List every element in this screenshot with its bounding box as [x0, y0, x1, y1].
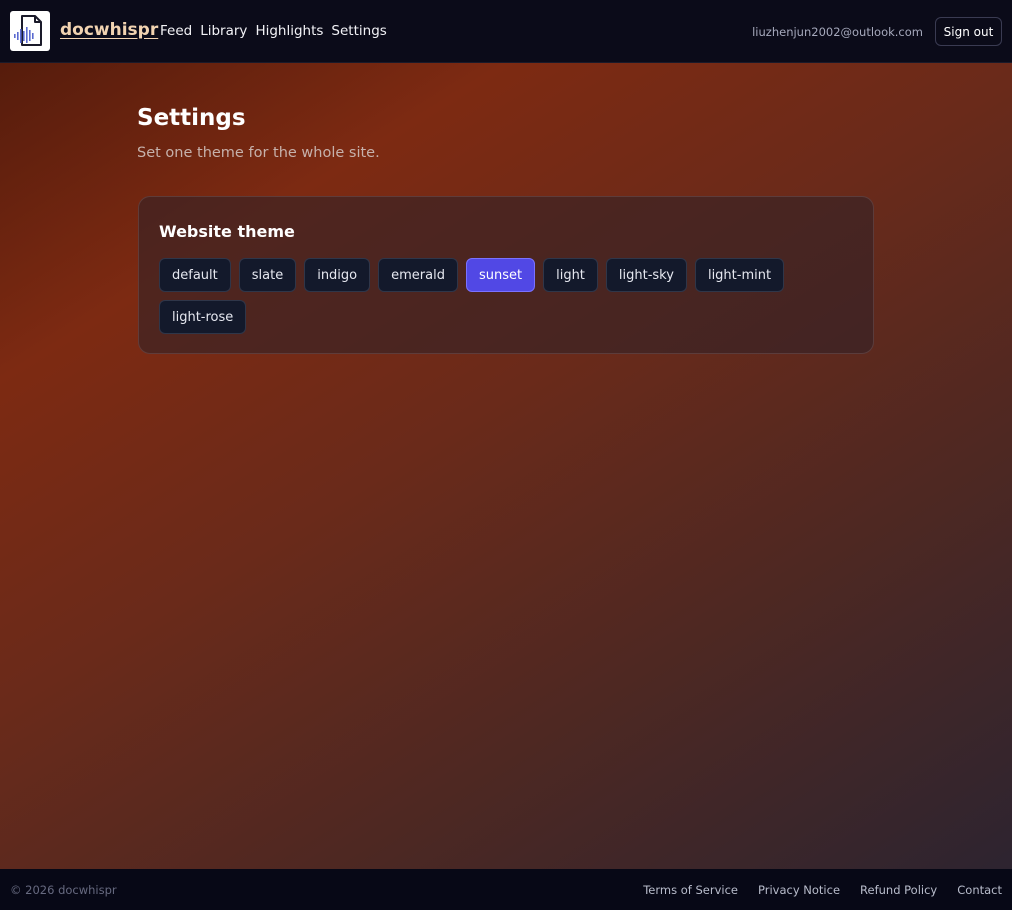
footer-links: Terms of Service Privacy Notice Refund P…	[643, 883, 1002, 897]
copyright-text: © 2026 docwhispr	[10, 883, 117, 897]
theme-option-sunset[interactable]: sunset	[465, 258, 536, 292]
page-title: Settings	[137, 105, 246, 131]
user-email: liuzhenjun2002@outlook.com	[752, 25, 923, 39]
footer-link-contact[interactable]: Contact	[957, 883, 1002, 897]
theme-option-light-mint[interactable]: light-mint	[694, 258, 785, 292]
theme-option-light[interactable]: light	[543, 258, 598, 292]
website-theme-card: Website theme default slate indigo emera…	[138, 196, 874, 354]
theme-option-indigo[interactable]: indigo	[304, 258, 371, 292]
theme-option-emerald[interactable]: emerald	[378, 258, 458, 292]
theme-option-slate[interactable]: slate	[238, 258, 297, 292]
nav-item-library[interactable]: Library	[200, 23, 247, 39]
footer: © 2026 docwhispr Terms of Service Privac…	[0, 869, 1012, 910]
footer-link-terms[interactable]: Terms of Service	[643, 883, 738, 897]
theme-option-default[interactable]: default	[159, 258, 231, 292]
nav-item-highlights[interactable]: Highlights	[255, 23, 323, 39]
nav-item-settings[interactable]: Settings	[331, 23, 386, 39]
card-title: Website theme	[159, 222, 295, 241]
main-content: Settings Set one theme for the whole sit…	[0, 63, 1012, 869]
main-nav: Feed Library Highlights Settings	[160, 23, 387, 39]
footer-link-refund[interactable]: Refund Policy	[860, 883, 937, 897]
sign-out-button[interactable]: Sign out	[935, 17, 1002, 46]
nav-item-feed[interactable]: Feed	[160, 23, 192, 39]
top-bar: docwhispr Feed Library Highlights Settin…	[0, 0, 1012, 63]
theme-option-light-sky[interactable]: light-sky	[605, 258, 687, 292]
theme-options: default slate indigo emerald sunset ligh…	[159, 258, 859, 334]
document-audio-icon[interactable]	[10, 11, 50, 51]
footer-link-privacy[interactable]: Privacy Notice	[758, 883, 840, 897]
page-subtitle: Set one theme for the whole site.	[137, 145, 380, 161]
brand-link[interactable]: docwhispr	[60, 20, 158, 40]
theme-option-light-rose[interactable]: light-rose	[159, 300, 247, 334]
